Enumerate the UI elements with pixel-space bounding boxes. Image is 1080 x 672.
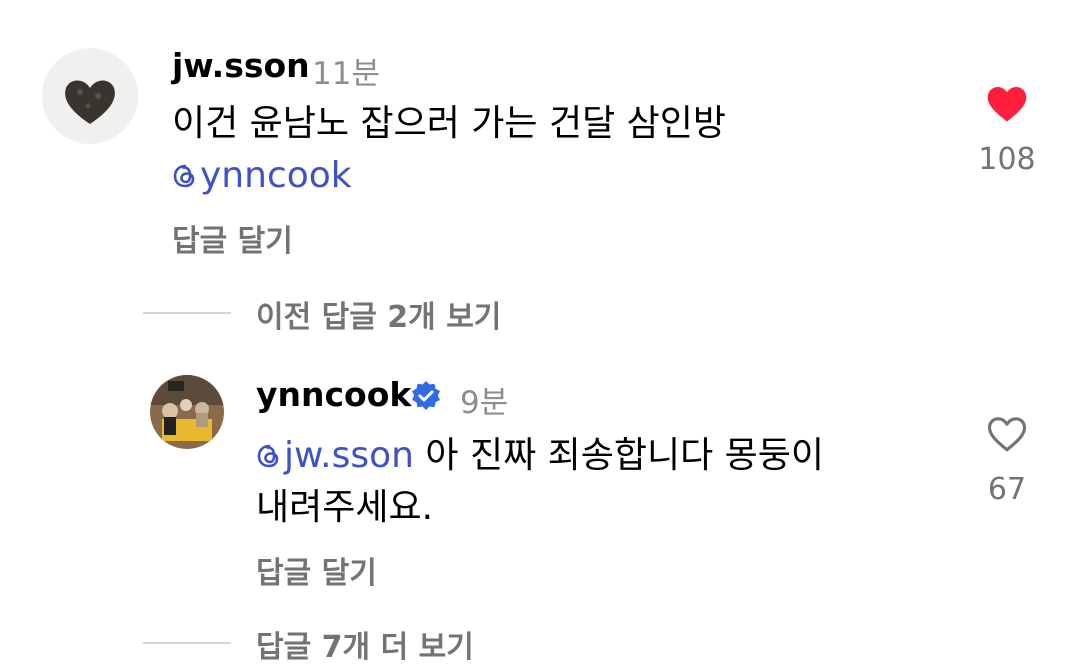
reply-text: jw.sson 아 진짜 죄송합니다 몽둥이 내려주세요.: [256, 430, 824, 534]
heart-cookie-icon: [42, 48, 138, 144]
reply-username[interactable]: ynncook: [256, 375, 411, 414]
heart-filled-icon[interactable]: [986, 84, 1028, 124]
like-count: 108: [978, 142, 1036, 177]
verified-badge-icon: [412, 381, 440, 410]
thread-divider: [143, 312, 231, 314]
like-section: 67: [967, 414, 1047, 507]
heart-outline-icon[interactable]: [986, 414, 1028, 454]
mention-username: ynncook: [200, 155, 352, 196]
comment-username[interactable]: jw.sson: [172, 46, 310, 85]
view-previous-replies-button[interactable]: 이전 답글 2개 보기: [256, 292, 501, 336]
comment-timestamp: 11분: [312, 56, 380, 92]
threads-icon: [173, 164, 195, 188]
mention-link[interactable]: jw.sson: [256, 435, 414, 476]
threads-icon: [257, 444, 279, 468]
comment-text: 이건 윤남노 잡으러 가는 건달 삼인방 ynncook: [172, 98, 726, 202]
view-more-replies-button[interactable]: 답글 7개 더 보기: [256, 622, 474, 666]
mention-username: jw.sson: [284, 435, 414, 476]
like-count: 67: [987, 472, 1027, 507]
like-section: 108: [967, 84, 1047, 177]
profile-photo-icon: [150, 375, 224, 449]
comment-body: 이건 윤남노 잡으러 가는 건달 삼인방: [172, 103, 727, 144]
thread-divider: [143, 642, 231, 644]
reply-body-line1: 아 진짜 죄송합니다 몽둥이: [425, 435, 825, 476]
reply-button[interactable]: 답글 달기: [172, 216, 293, 260]
reply-button[interactable]: 답글 달기: [256, 548, 377, 592]
avatar-jw-sson[interactable]: [42, 48, 138, 144]
avatar-ynncook[interactable]: [150, 375, 224, 449]
reply-body-line2: 내려주세요.: [256, 487, 434, 528]
mention-link[interactable]: ynncook: [172, 155, 352, 196]
reply-timestamp: 9분: [460, 385, 509, 421]
